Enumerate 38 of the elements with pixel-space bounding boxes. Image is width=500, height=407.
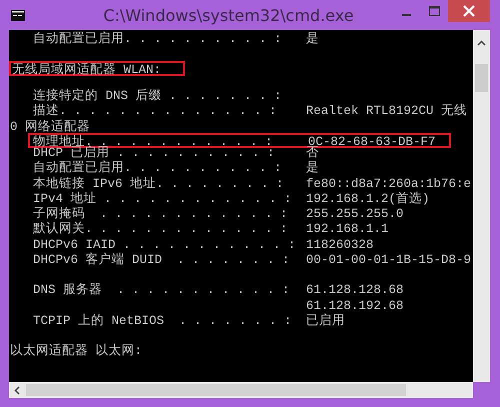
console-text: 以太网适配器 以太网: [9,344,144,360]
field-value: 是 [306,32,320,48]
field-label: 本地链接 IPv6 地址. . . . . . . . : [32,176,285,192]
field-value: 192.168.1.1 [306,222,390,238]
field-label: DHCPv6 IAID . . . . . . . . . . . : [32,238,297,252]
field-label: 自动配置已启用. . . . . . . . . . : [32,32,283,48]
window-title: C:\Windows\system32\cmd.exe [102,6,355,24]
field-label: DHCPv6 客户端 DUID . . . . . . . : [32,252,291,268]
maximize-icon [428,6,440,16]
console-text: 0 网络适配器 [9,120,92,134]
field-label: 连接特定的 DNS 后缀 . . . . . . . : [32,89,283,104]
field-label: TCPIP 上的 NetBIOS . . . . . . . : [32,314,293,329]
console-icon [11,10,25,20]
field-label: IPv4 地址 . . . . . . . . . . . . : [32,192,293,207]
scroll-thumb[interactable] [475,64,488,92]
close-button[interactable] [448,0,490,22]
field-value: Realtek RTL8192CU 无线 [306,104,468,120]
field-value: fe80::d8a7:260a:1b76:e [306,176,472,192]
field-label: DNS 服务器 . . . . . . . . . . . : [32,283,291,298]
field-value: 255.255.255.0 [306,207,405,222]
field-label: 子网掩码 . . . . . . . . . . . . : [32,207,289,222]
field-value: 61.128.128.68 [306,283,405,298]
close-icon [463,5,475,17]
vertical-scrollbar[interactable] [473,30,490,382]
scroll-left-icon[interactable] [14,386,20,394]
field-value: 61.128.192.68 [306,298,405,314]
field-value: 是 [306,161,320,176]
field-value: 192.168.1.2(首选) [306,192,431,207]
console-text: 无线局域网适配器 WLAN: [11,62,162,78]
minimize-icon [402,14,410,16]
field-label: 自动配置已启用. . . . . . . . . . : [32,161,283,176]
horizontal-scrollbar[interactable] [9,382,473,398]
field-value: 已启用 [306,314,346,329]
scroll-up-icon[interactable] [477,40,486,46]
field-value: 00-01-00-01-1B-15-D8-9 [306,252,472,268]
field-label: 描述. . . . . . . . . . . . . . : [32,104,278,120]
field-value: 118260328 [306,238,375,253]
field-label: 默认网关. . . . . . . . . . . . . : [32,222,289,238]
